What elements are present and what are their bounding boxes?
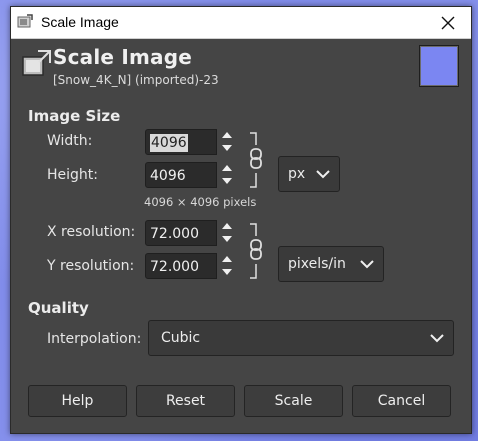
close-button[interactable] xyxy=(425,7,471,38)
title-bar[interactable]: Scale Image xyxy=(11,7,471,39)
height-stepper[interactable] xyxy=(219,162,235,188)
pixel-dimensions-text: 4096 × 4096 pixels xyxy=(144,195,257,209)
window-title: Scale Image xyxy=(41,14,119,30)
cancel-button[interactable]: Cancel xyxy=(352,385,451,417)
image-name: [Snow_4K_N] (imported)-23 xyxy=(53,73,219,87)
chevron-down-icon xyxy=(316,170,330,179)
quality-heading: Quality xyxy=(28,299,89,317)
width-value: 4096 xyxy=(150,134,188,152)
dialog-title: Scale Image xyxy=(53,45,192,69)
image-size-heading: Image Size xyxy=(28,107,121,125)
y-resolution-label: Y resolution: xyxy=(47,258,135,274)
width-stepper[interactable] xyxy=(219,129,235,155)
size-unit-value: px xyxy=(288,166,306,182)
interpolation-dropdown[interactable]: Cubic xyxy=(148,320,454,356)
height-label: Height: xyxy=(47,167,98,183)
x-resolution-input[interactable]: 72.000 xyxy=(145,220,217,246)
gimp-scale-icon xyxy=(17,14,33,28)
y-resolution-value: 72.000 xyxy=(150,259,199,275)
help-button[interactable]: Help xyxy=(28,385,127,417)
arrow-down-icon[interactable] xyxy=(222,177,232,185)
chevron-down-icon xyxy=(430,334,444,343)
image-preview-swatch xyxy=(419,45,459,87)
width-input[interactable]: 4096 xyxy=(145,129,217,155)
x-resolution-stepper[interactable] xyxy=(219,220,235,246)
chevron-down-icon xyxy=(360,260,374,269)
arrow-up-icon[interactable] xyxy=(222,131,232,139)
arrow-up-icon[interactable] xyxy=(222,255,232,263)
interpolation-value: Cubic xyxy=(161,330,201,346)
arrow-up-icon[interactable] xyxy=(222,222,232,230)
x-resolution-value: 72.000 xyxy=(150,226,199,242)
scale-button[interactable]: Scale xyxy=(244,385,343,417)
y-resolution-stepper[interactable] xyxy=(219,253,235,279)
height-value: 4096 xyxy=(150,168,186,184)
interpolation-label: Interpolation: xyxy=(47,331,142,347)
resolution-unit-dropdown[interactable]: pixels/in xyxy=(278,246,384,282)
scale-image-dialog: Scale Image Scale Image [Snow_4K_N] (imp… xyxy=(10,6,472,434)
resolution-unit-value: pixels/in xyxy=(288,256,346,272)
arrow-down-icon[interactable] xyxy=(222,144,232,152)
close-icon xyxy=(441,16,455,29)
reset-button[interactable]: Reset xyxy=(136,385,235,417)
arrow-down-icon[interactable] xyxy=(222,268,232,276)
chain-link-icon[interactable] xyxy=(249,222,263,280)
scale-image-icon xyxy=(22,50,51,76)
chain-link-icon[interactable] xyxy=(249,131,263,189)
arrow-down-icon[interactable] xyxy=(222,235,232,243)
size-unit-dropdown[interactable]: px xyxy=(278,156,340,192)
width-label: Width: xyxy=(47,133,93,149)
x-resolution-label: X resolution: xyxy=(47,224,136,240)
y-resolution-input[interactable]: 72.000 xyxy=(145,253,217,279)
height-input[interactable]: 4096 xyxy=(145,162,217,188)
arrow-up-icon[interactable] xyxy=(222,164,232,172)
